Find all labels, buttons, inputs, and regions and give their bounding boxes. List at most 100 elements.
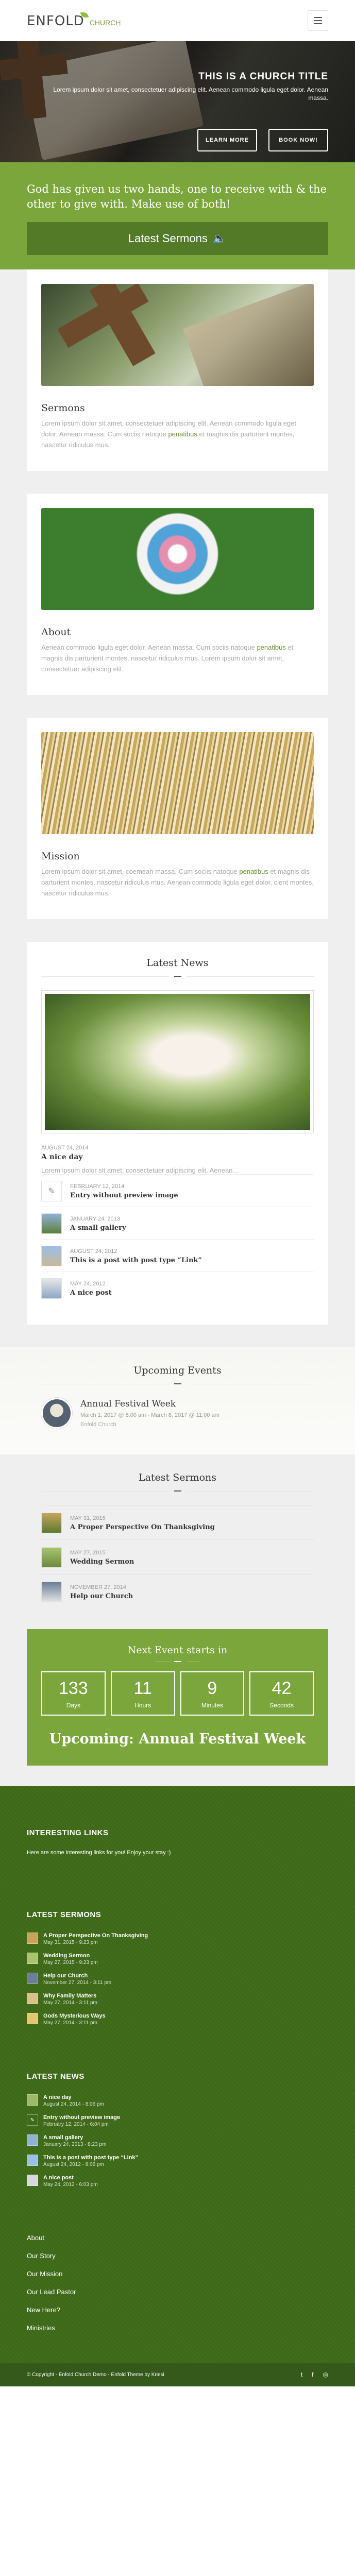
latest-sermons-button[interactable]: Latest Sermons 🔈 <box>27 222 328 255</box>
featured-news-image[interactable] <box>41 990 314 1133</box>
about-image[interactable] <box>41 508 314 610</box>
countdown-days: 133 Days <box>41 1671 106 1716</box>
footer-item-date: February 12, 2014 - 6:04 pm <box>43 2122 109 2127</box>
footer-link-about[interactable]: About <box>27 2234 328 2242</box>
upcoming-events-widget: Upcoming Events Annual Festival Week Mar… <box>0 1347 355 1454</box>
dribbble-icon[interactable]: ◎ <box>323 2371 328 2378</box>
sermon-list-item[interactable]: NOVEMBER 27, 2014 Help our Church <box>41 1574 314 1608</box>
mission-image[interactable] <box>41 732 314 834</box>
countdown-minutes: 9 Minutes <box>180 1671 245 1716</box>
footer-item-date: May 27, 2015 - 9:23 pm <box>43 1960 98 1965</box>
site-logo[interactable]: ENFOLD CHURCH <box>27 12 121 29</box>
footer-news-item[interactable]: A small gallery January 24, 2013 - 8:23 p… <box>27 2134 328 2147</box>
sermon-title[interactable]: Wedding Sermon <box>70 1558 134 1566</box>
event-title[interactable]: Annual Festival Week <box>80 1399 219 1409</box>
site-footer: Interesting Links Here are some interest… <box>0 1786 355 2363</box>
section-separator <box>41 1383 314 1384</box>
footer-item-title[interactable]: Entry without preview image <box>43 2114 120 2121</box>
news-title[interactable]: Entry without preview image <box>70 1192 178 1199</box>
upcoming-event-title[interactable]: Upcoming: Annual Festival Week <box>41 1731 314 1747</box>
news-date: AUGUST 24, 2014 <box>41 1145 89 1151</box>
footer-heading: Latest Sermons <box>27 1910 102 1919</box>
sermon-list-item[interactable]: MAY 31, 2015 A Proper Perspective On Than… <box>41 1505 314 1539</box>
latest-sermons-widget: Latest Sermons MAY 31, 2015 A Proper Pers… <box>0 1454 355 1629</box>
card-text: Lorem ipsum dolor sit amet, consectetuer… <box>41 418 314 450</box>
card-text-em: penatibus <box>168 430 197 438</box>
twitter-icon[interactable]: t <box>301 2371 302 2378</box>
footer-item-title[interactable]: Wedding Sermon <box>43 1953 98 1959</box>
sermon-title[interactable]: A Proper Perspective On Thanksgiving <box>70 1523 215 1531</box>
sermon-title[interactable]: Help our Church <box>70 1592 133 1600</box>
footer-sermon-item[interactable]: A Proper Perspective On Thanksgiving May … <box>27 1933 328 1945</box>
latest-sermons-label: Latest Sermons <box>128 232 208 245</box>
speaker-icon: 🔈 <box>212 232 227 245</box>
card-title[interactable]: Mission <box>41 851 314 862</box>
news-title[interactable]: A small gallery <box>70 1224 126 1232</box>
separator-line <box>41 1490 169 1492</box>
post-thumb-icon <box>41 1278 62 1299</box>
footer-sermon-item[interactable]: Why Family Matters May 27, 2014 - 3:11 pm <box>27 1993 328 2006</box>
countdown-heading: Next Event starts in <box>127 1645 228 1656</box>
news-list-item[interactable]: ✎ FEBRUARY 12, 2014 Entry without preview… <box>41 1174 314 1207</box>
footer-sermon-item[interactable]: Gods Mysterious Ways May 27, 2014 - 3:11 … <box>27 2013 328 2026</box>
footer-sermon-item[interactable]: Help our Church November 27, 2014 - 3:11 … <box>27 1973 328 1986</box>
footer-item-title[interactable]: A small gallery <box>43 2134 106 2141</box>
footer-item-date: May 27, 2014 - 3:11 pm <box>43 2020 97 2026</box>
footer-news-item[interactable]: A nice post May 24, 2012 - 6:03 pm <box>27 2175 328 2188</box>
footer-link-our-mission[interactable]: Our Mission <box>27 2270 328 2278</box>
about-card: About Aenean commodo ligula eget dolor. … <box>27 494 328 695</box>
book-now-button[interactable]: Book Now! <box>268 129 328 151</box>
facebook-icon[interactable]: f <box>312 2371 313 2378</box>
news-thumb <box>27 2155 38 2166</box>
footer-link-ministries[interactable]: Ministries <box>27 2324 328 2332</box>
footer-socket: © Copyright - Enfold Church Demo - Enfol… <box>0 2363 355 2386</box>
pencil-icon: ✎ <box>41 1181 62 1201</box>
news-list-item[interactable]: MAY 24, 2012 A nice post <box>41 1272 314 1304</box>
footer-sermon-item[interactable]: Wedding Sermon May 27, 2015 - 9:23 pm <box>27 1953 328 1965</box>
footer-item-title[interactable]: A Proper Perspective On Thanksgiving <box>43 1933 148 1939</box>
footer-item-title[interactable]: A nice post <box>43 2175 98 2181</box>
menu-bar <box>314 23 322 24</box>
footer-link-lead-pastor[interactable]: Our Lead Pastor <box>27 2288 328 2296</box>
sermon-list-item[interactable]: MAY 27, 2015 Wedding Sermon <box>41 1539 314 1574</box>
hero-buttons: Learn More Book Now! <box>197 129 328 151</box>
news-list-item[interactable]: AUGUST 24, 2012 This is a post with post … <box>41 1239 314 1272</box>
sermons-image[interactable] <box>41 284 314 386</box>
footer-item-date: January 24, 2013 - 8:23 pm <box>43 2142 107 2147</box>
hamburger-menu-icon[interactable] <box>308 10 328 31</box>
footer-news: Latest News A nice day August 24, 2014 - … <box>27 2072 328 2188</box>
footer-news-item[interactable]: A nice day August 24, 2014 - 8:06 pm <box>27 2094 328 2107</box>
footer-item-title[interactable]: This is a post with post type “Link” <box>43 2155 138 2161</box>
footer-link-new-here[interactable]: New Here? <box>27 2306 328 2314</box>
card-title[interactable]: About <box>41 626 314 638</box>
footer-item-title[interactable]: Why Family Matters <box>43 1993 97 1999</box>
sermon-thumb <box>41 1547 62 1568</box>
footer-news-item[interactable]: ✎ Entry without preview image February 12,… <box>27 2114 328 2127</box>
section-title: Latest Sermons <box>138 1472 217 1483</box>
card-text-a: Aenean commodo ligula eget dolor. Aenean… <box>41 643 257 651</box>
footer-item-date: May 31, 2015 - 9:23 pm <box>43 1940 98 1945</box>
countdown-seconds: 42 Seconds <box>249 1671 314 1716</box>
footer-item-title[interactable]: Help our Church <box>43 1973 111 1979</box>
site-header: ENFOLD CHURCH <box>0 0 355 41</box>
event-item[interactable]: Annual Festival Week March 1, 2017 @ 8:0… <box>41 1398 314 1434</box>
link-thumb-icon <box>41 1246 62 1266</box>
featured-news: AUGUST 24, 2014 A nice day Lorem ipsum d… <box>41 990 314 1174</box>
separator-line <box>186 1490 314 1492</box>
card-title[interactable]: Sermons <box>41 402 314 414</box>
news-title[interactable]: This is a post with post type “Link” <box>70 1257 202 1264</box>
learn-more-button[interactable]: Learn More <box>197 129 257 151</box>
news-title[interactable]: A nice post <box>70 1289 112 1297</box>
news-title[interactable]: A nice day <box>41 1153 314 1161</box>
countdown-number: 133 <box>59 1678 88 1698</box>
footer-item-title[interactable]: A nice day <box>43 2094 104 2100</box>
footer-item-title[interactable]: Gods Mysterious Ways <box>43 2013 106 2019</box>
news-list-item[interactable]: JANUARY 24, 2013 A small gallery <box>41 1207 314 1239</box>
copyright-text: © Copyright - Enfold Church Demo - Enfol… <box>27 2371 164 2378</box>
footer-item-date: November 27, 2014 - 3:11 pm <box>43 1980 112 1986</box>
countdown-label: Days <box>66 1701 81 1709</box>
countdown-number: 9 <box>207 1678 217 1698</box>
card-text-em: penatibus <box>257 643 286 651</box>
footer-link-our-story[interactable]: Our Story <box>27 2252 328 2260</box>
footer-news-item[interactable]: This is a post with post type “Link” Augu… <box>27 2155 328 2167</box>
